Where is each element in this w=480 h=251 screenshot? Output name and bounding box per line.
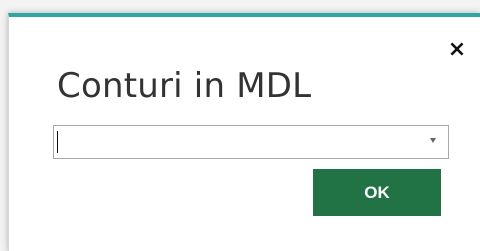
chevron-down-icon[interactable] — [430, 138, 436, 143]
screen-background: × Conturi in MDL OK — [0, 0, 480, 251]
close-icon[interactable]: × — [447, 39, 467, 61]
dropdown-value — [62, 132, 402, 154]
text-caret — [57, 131, 58, 153]
dialog-title: Conturi in MDL — [57, 66, 312, 106]
conturi-dropdown[interactable] — [53, 125, 449, 159]
conturi-dialog: × Conturi in MDL OK — [8, 13, 480, 251]
ok-button[interactable]: OK — [313, 169, 441, 216]
